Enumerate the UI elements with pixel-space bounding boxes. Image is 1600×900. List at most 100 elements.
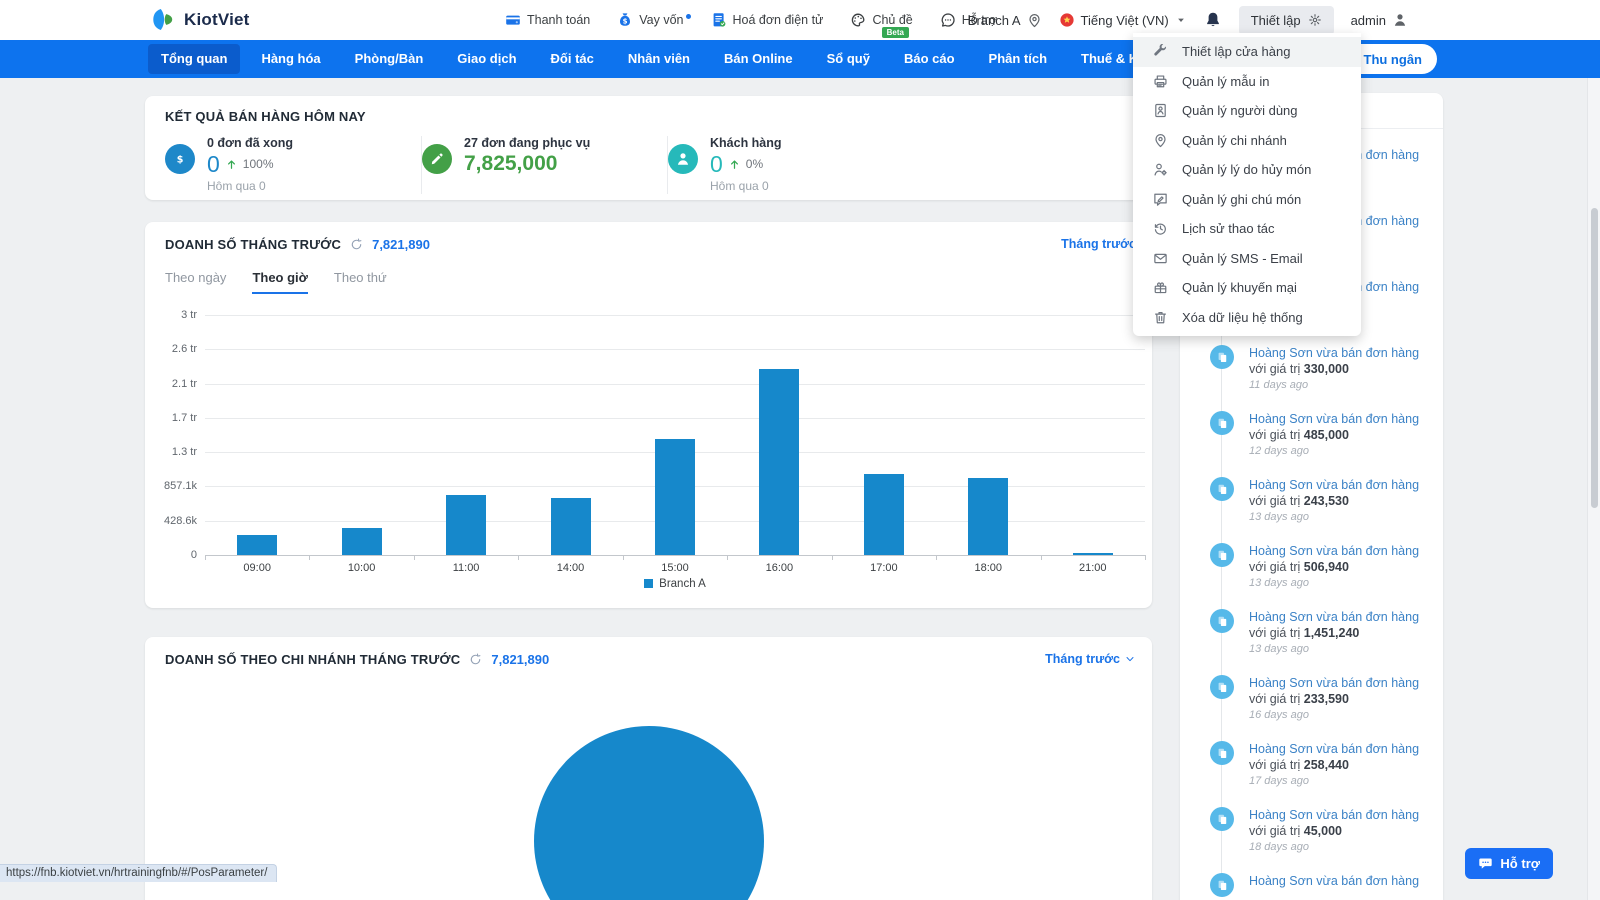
feed-link[interactable]: Hoàng Sơn vừa bán đơn hàng	[1249, 873, 1435, 889]
menu-item-8[interactable]: Quản lý khuyến mại	[1133, 273, 1361, 303]
kpi-yesterday: Hôm qua 0	[710, 179, 782, 193]
x-axis-label: 15:00	[623, 562, 727, 574]
feed-time: 17 days ago	[1249, 774, 1435, 789]
kpi-card-2: Khách hàng00%Hôm qua 0	[668, 136, 1154, 194]
brand-logo[interactable]: KiotViet	[150, 7, 250, 32]
kpi-delta: 100%	[243, 157, 274, 171]
feed-link[interactable]: Hoàng Sơn vừa bán đơn hàng	[1249, 609, 1435, 625]
menu-item-5[interactable]: Quản lý ghi chú món	[1133, 185, 1361, 215]
feed-link[interactable]: Hoàng Sơn vừa bán đơn hàng	[1249, 807, 1435, 823]
vietnam-flag-icon	[1059, 12, 1075, 28]
period-selector[interactable]: Tháng trước	[1045, 652, 1136, 666]
caret-down-icon	[1175, 14, 1187, 26]
menu-item-0[interactable]: Thiết lập cửa hàng	[1133, 37, 1361, 67]
quicklink-2[interactable]: Hoá đơn điện tử	[711, 12, 824, 28]
branch-label: Branch A	[968, 13, 1021, 28]
nav-item-4[interactable]: Đối tác	[538, 44, 607, 74]
gear-icon	[1308, 13, 1322, 27]
support-button[interactable]: Hỗ trợ	[1465, 848, 1553, 879]
nav-item-9[interactable]: Phân tích	[976, 44, 1061, 74]
language-selector[interactable]: Tiếng Việt (VN)	[1059, 12, 1187, 28]
kpi-value: 7,825,000	[464, 151, 557, 177]
nav-item-6[interactable]: Bán Online	[711, 44, 806, 74]
period-selector[interactable]: Tháng trước	[1061, 237, 1136, 251]
tab-2[interactable]: Theo thứ	[334, 270, 387, 294]
feed-item-9: Hoàng Sơn vừa bán đơn hàngvới giá trị 25…	[1180, 735, 1443, 801]
history-icon	[1153, 221, 1168, 236]
feed-link[interactable]: Hoàng Sơn vừa bán đơn hàng	[1249, 675, 1435, 691]
feed-value: với giá trị 506,940	[1249, 559, 1435, 576]
chat-bubble-icon	[1478, 856, 1493, 871]
page-scrollbar[interactable]	[1587, 78, 1600, 900]
receipt-icon	[1210, 477, 1234, 501]
feed-link[interactable]: Hoàng Sơn vừa bán đơn hàng	[1249, 477, 1435, 493]
branch-selector[interactable]: Branch A	[968, 13, 1042, 28]
customer-icon	[668, 144, 698, 174]
menu-item-2[interactable]: Quản lý người dùng	[1133, 96, 1361, 126]
revenue-chart-card: DOANH SỐ THÁNG TRƯỚC 7,821,890 Tháng trư…	[145, 222, 1152, 608]
bar-16:00[interactable]	[759, 369, 799, 555]
nav-item-5[interactable]: Nhân viên	[615, 44, 703, 74]
x-axis-tick	[1145, 555, 1146, 560]
refresh-icon[interactable]	[350, 238, 363, 251]
pie-slice-branch-a[interactable]	[534, 726, 764, 900]
bar-14:00[interactable]	[551, 498, 591, 555]
wrench-icon	[1153, 44, 1168, 59]
quicklink-3[interactable]: Chủ đềBeta	[850, 12, 912, 28]
bar-09:00[interactable]	[237, 535, 277, 555]
refresh-icon[interactable]	[469, 653, 482, 666]
feed-link[interactable]: Hoàng Sơn vừa bán đơn hàng	[1249, 543, 1435, 559]
feed-time: 13 days ago	[1249, 642, 1435, 657]
menu-item-1[interactable]: Quản lý mẫu in	[1133, 67, 1361, 97]
nav-item-1[interactable]: Hàng hóa	[248, 44, 333, 74]
gift-icon	[1153, 280, 1168, 295]
y-axis-label: 2.1 tr	[147, 378, 197, 390]
arrow-up-icon	[729, 159, 740, 170]
bar-18:00[interactable]	[968, 478, 1008, 555]
bar-11:00[interactable]	[446, 495, 486, 555]
feed-link[interactable]: Hoàng Sơn vừa bán đơn hàng	[1249, 741, 1435, 757]
period-label: Tháng trước	[1045, 652, 1120, 666]
bar-21:00[interactable]	[1073, 553, 1113, 555]
feed-link[interactable]: Hoàng Sơn vừa bán đơn hàng	[1249, 345, 1435, 361]
gridline	[205, 349, 1145, 350]
x-axis-label: 11:00	[414, 562, 518, 574]
note-icon	[1153, 192, 1168, 207]
y-axis-label: 3 tr	[147, 309, 197, 321]
trash-icon	[1153, 310, 1168, 325]
quicklink-label: Hoá đơn điện tử	[733, 13, 824, 27]
today-results-title: KẾT QUẢ BÁN HÀNG HÔM NAY	[165, 109, 366, 124]
feed-value: với giá trị 233,590	[1249, 691, 1435, 708]
location-pin-icon	[1027, 13, 1042, 28]
scrollbar-thumb[interactable]	[1591, 208, 1598, 508]
bar-15:00[interactable]	[655, 439, 695, 555]
legend-label: Branch A	[659, 578, 706, 590]
bar-17:00[interactable]	[864, 474, 904, 555]
menu-item-7[interactable]: Quản lý SMS - Email	[1133, 244, 1361, 274]
feed-time: 13 days ago	[1249, 510, 1435, 525]
quicklink-0[interactable]: Thanh toán	[505, 12, 590, 28]
nav-item-8[interactable]: Báo cáo	[891, 44, 968, 74]
bar-10:00[interactable]	[342, 528, 382, 555]
chart-legend[interactable]: Branch A	[205, 578, 1145, 590]
user-name: admin	[1351, 13, 1386, 28]
nav-item-7[interactable]: Sổ quỹ	[814, 44, 883, 74]
nav-item-3[interactable]: Giao dịch	[444, 44, 529, 74]
menu-item-9[interactable]: Xóa dữ liệu hệ thống	[1133, 303, 1361, 333]
quicklink-1[interactable]: $Vay vốn	[617, 12, 683, 28]
nav-item-0[interactable]: Tổng quan	[148, 44, 240, 74]
user-menu[interactable]: admin	[1351, 12, 1408, 28]
revenue-chart-header: DOANH SỐ THÁNG TRƯỚC 7,821,890 Tháng trư…	[145, 222, 1152, 252]
settings-button[interactable]: Thiết lập	[1239, 6, 1334, 35]
menu-item-6[interactable]: Lịch sử thao tác	[1133, 214, 1361, 244]
menu-item-3[interactable]: Quản lý chi nhánh	[1133, 126, 1361, 156]
tab-1[interactable]: Theo giờ	[252, 270, 307, 294]
notifications-bell-icon[interactable]	[1204, 11, 1222, 29]
feed-link[interactable]: Hoàng Sơn vừa bán đơn hàng	[1249, 411, 1435, 427]
y-axis-label: 2.6 tr	[147, 343, 197, 355]
legend-swatch	[644, 579, 653, 588]
nav-item-2[interactable]: Phòng/Bàn	[342, 44, 437, 74]
menu-item-4[interactable]: Quản lý lý do hủy món	[1133, 155, 1361, 185]
feed-item-3: Hoàng Sơn vừa bán đơn hàngvới giá trị 33…	[1180, 339, 1443, 405]
tab-0[interactable]: Theo ngày	[165, 270, 226, 294]
